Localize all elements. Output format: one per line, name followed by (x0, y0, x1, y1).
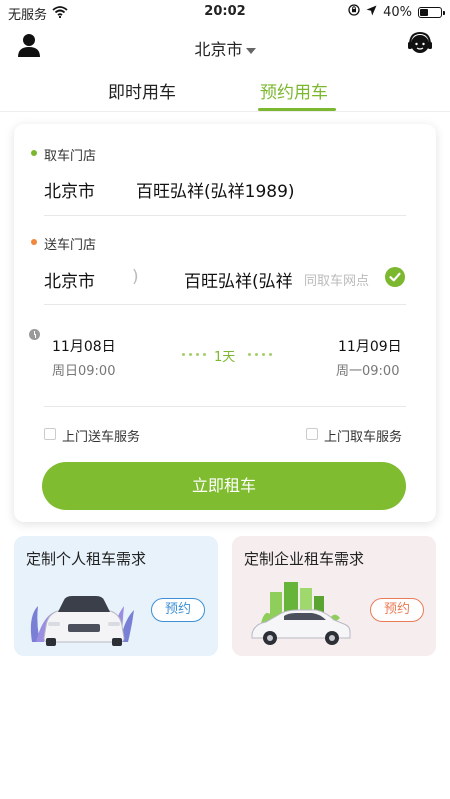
battery-icon (418, 6, 445, 18)
nav-bar: 北京市 (0, 26, 450, 66)
location-arrow-icon (366, 5, 377, 20)
pickup-label: 取车门店 (44, 149, 97, 164)
dropoff-separator: ) (132, 267, 139, 287)
city-name: 北京市 (194, 40, 243, 59)
same-point-label: 同取车网点 (304, 274, 370, 289)
dropoff-city[interactable]: 北京市 (44, 267, 95, 292)
end-date[interactable]: 11月09日 (338, 336, 402, 356)
enterprise-demand-title: 定制企业租车需求 (244, 550, 365, 568)
check-icon[interactable] (385, 267, 405, 287)
tab-reservation[interactable]: 预约用车 (260, 78, 328, 103)
battery-level (420, 8, 428, 16)
delivery-service-checkbox[interactable] (44, 428, 56, 440)
status-right: 40% (348, 4, 445, 20)
personal-demand-card[interactable]: 定制个人租车需求 预约 (14, 536, 218, 656)
duration-dots-left (182, 353, 206, 356)
clock-icon (29, 329, 40, 340)
personal-demand-title: 定制个人租车需求 (26, 550, 147, 568)
enterprise-car-illustration (246, 576, 358, 648)
city-selector[interactable]: 北京市 (0, 36, 450, 60)
dropoff-dot (31, 239, 37, 245)
pickup-dot (31, 150, 37, 156)
personal-book-button[interactable]: 预约 (151, 598, 205, 622)
dropoff-store[interactable]: 百旺弘祥(弘祥 (184, 267, 300, 292)
pickup-service-label[interactable]: 上门取车服务 (324, 426, 402, 445)
active-tab-indicator (258, 108, 336, 111)
tab-instant[interactable]: 即时用车 (108, 78, 176, 103)
start-time[interactable]: 周日09:00 (52, 360, 115, 379)
rent-now-button[interactable]: 立即租车 (42, 462, 406, 510)
pickup-city[interactable]: 北京市 (44, 177, 95, 202)
enterprise-book-button[interactable]: 预约 (370, 598, 424, 622)
divider (44, 406, 406, 407)
dropoff-label: 送车门店 (44, 238, 97, 253)
start-date[interactable]: 11月08日 (52, 336, 116, 356)
duration-dots-right (248, 353, 272, 356)
status-bar: 无服务 20:02 40% (0, 0, 450, 24)
divider (44, 304, 406, 305)
lock-rotation-icon (348, 4, 360, 20)
end-time[interactable]: 周一09:00 (336, 360, 399, 379)
delivery-service-label[interactable]: 上门送车服务 (62, 426, 140, 445)
enterprise-demand-card[interactable]: 定制企业租车需求 预约 (232, 536, 436, 656)
booking-card: 取车门店 北京市 百旺弘祥(弘祥1989) 送车门店 北京市 ) 百旺弘祥(弘祥… (14, 124, 436, 522)
pickup-service-checkbox[interactable] (306, 428, 318, 440)
personal-car-illustration (28, 576, 140, 648)
tab-bar: 即时用车 预约用车 (0, 70, 450, 112)
rental-duration: 1天 (214, 350, 236, 365)
customer-service-icon[interactable] (406, 30, 434, 58)
chevron-down-icon (245, 47, 256, 54)
divider (44, 215, 406, 216)
pickup-store[interactable]: 百旺弘祥(弘祥1989) (136, 177, 295, 202)
battery-percent: 40% (383, 4, 412, 20)
